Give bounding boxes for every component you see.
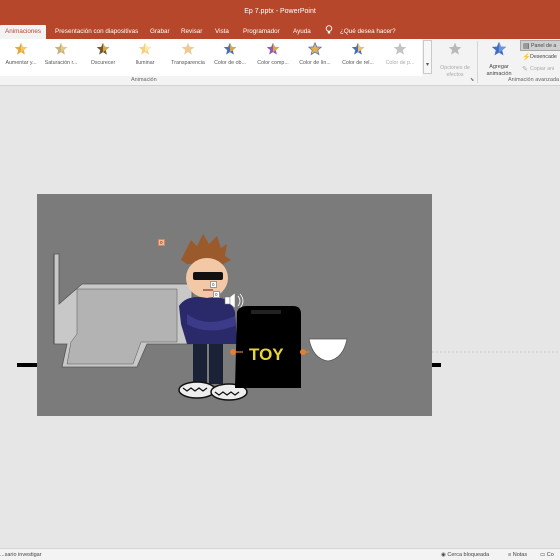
slide-canvas[interactable]: TOY 0 0 0: [37, 194, 432, 416]
group-label-animacion: Animación: [131, 77, 157, 83]
animation-tag[interactable]: 0: [213, 291, 220, 298]
effect-transparencia[interactable]: Transparencia: [167, 42, 209, 74]
effect-saturacion[interactable]: Saturación r...: [40, 42, 82, 74]
animation-painter-label: Copiar ani: [530, 66, 555, 72]
accessibility-label: Cerca bloqueada: [447, 552, 490, 558]
effect-label: Color de ob...: [214, 60, 246, 66]
effect-label: Transparencia: [171, 60, 205, 66]
tab-programador[interactable]: Programador: [243, 25, 280, 39]
animation-gallery: Aumentar y... Saturación r... Oscurecer …: [0, 39, 422, 76]
effect-color-linea[interactable]: Color de lín...: [294, 42, 336, 74]
window-title: Ep 7.pptx - PowerPoint: [244, 8, 316, 15]
animation-pane-label: Panel de a: [531, 43, 557, 49]
accessibility-status[interactable]: ◉ Cerca bloqueada: [441, 552, 489, 558]
group-label-avanzada: Animación avanzada: [508, 77, 560, 83]
trigger-button[interactable]: ⚡ Desencade: [520, 52, 560, 63]
dialog-launcher-icon[interactable]: ⬊: [470, 77, 476, 83]
pane-icon: ▤: [523, 43, 530, 50]
brush-icon: ✎: [522, 66, 528, 73]
effect-label: Color de lín...: [299, 60, 331, 66]
animation-tag[interactable]: 0: [158, 239, 165, 246]
bowl-shape[interactable]: [308, 338, 348, 362]
effect-label: Saturación r...: [44, 60, 78, 66]
add-animation-label: Agregar animación: [486, 64, 512, 77]
gallery-more-button[interactable]: ▾: [423, 40, 432, 74]
effect-aumentar[interactable]: Aumentar y...: [0, 42, 42, 74]
add-animation-star-icon: [491, 41, 507, 56]
effect-color-fuente[interactable]: Color de p...: [379, 42, 421, 74]
title-bar: Ep 7.pptx - PowerPoint: [0, 0, 560, 22]
tell-me-search[interactable]: ¿Qué desea hacer?: [340, 25, 396, 39]
add-animation-button[interactable]: Agregar animación: [480, 41, 518, 78]
star-saturate-icon: [54, 42, 68, 55]
star-lighten-icon: [138, 42, 152, 55]
tab-grabar[interactable]: Grabar: [150, 25, 170, 39]
comments-icon: ▭: [540, 552, 546, 558]
trigger-label: Desencade: [530, 54, 557, 60]
comments-button[interactable]: ▭ Co: [540, 552, 554, 558]
effect-options-button[interactable]: Opciones de efectos: [435, 42, 475, 79]
accessibility-icon: ◉: [441, 552, 446, 558]
effect-label: Iluminar: [135, 60, 155, 66]
notes-label: Notas: [512, 552, 528, 558]
animation-painter-button[interactable]: ✎ Copiar ani: [520, 64, 560, 75]
star-options-icon: [448, 42, 462, 55]
effect-oscurecer[interactable]: Oscurecer: [82, 42, 124, 74]
slide-editing-area: TOY 0 0 0: [0, 87, 560, 527]
star-object-color-icon: [223, 42, 237, 55]
couch-shape[interactable]: [53, 253, 193, 368]
effect-iluminar[interactable]: Iluminar: [124, 42, 166, 74]
status-bar: ...sario investigar ◉ Cerca bloqueada ≡ …: [0, 548, 560, 560]
effect-label: Color de rel...: [342, 60, 374, 66]
effect-label: Oscurecer: [90, 60, 116, 66]
comments-label: Co: [546, 552, 554, 558]
effect-label: Color comp...: [257, 60, 289, 66]
notes-icon: ≡: [508, 552, 512, 558]
effect-color-relleno[interactable]: Color de rel...: [337, 42, 379, 74]
effect-color-complementario[interactable]: Color comp...: [252, 42, 294, 74]
tab-ayuda[interactable]: Ayuda: [293, 25, 311, 39]
tab-presentacion[interactable]: Presentación con diapositivas: [55, 25, 138, 39]
tab-revisar[interactable]: Revisar: [181, 25, 202, 39]
star-complementary-color-icon: [266, 42, 280, 55]
star-line-color-icon: [308, 42, 322, 56]
star-grow-icon: [14, 42, 28, 55]
star-fill-color-icon: [351, 42, 365, 55]
lightning-icon: ⚡: [522, 54, 531, 61]
star-transparency-icon: [181, 42, 195, 55]
animation-pane-button[interactable]: ▤ Panel de a: [520, 40, 560, 51]
star-darken-icon: [96, 42, 110, 55]
tab-animaciones[interactable]: Animaciones: [0, 25, 47, 39]
tab-vista[interactable]: Vista: [215, 25, 229, 39]
tv-box[interactable]: TOY: [230, 306, 309, 388]
effect-label: Color de p...: [385, 60, 415, 66]
effect-color-objeto[interactable]: Color de ob...: [209, 42, 251, 74]
status-text: ...sario investigar: [0, 552, 42, 558]
effect-label: Aumentar y...: [5, 60, 37, 66]
slide-artwork: TOY: [53, 234, 348, 401]
star-font-color-icon: [393, 42, 407, 55]
ribbon: Aumentar y... Saturación r... Oscurecer …: [0, 39, 560, 86]
lightbulb-icon: [325, 25, 333, 34]
notes-button[interactable]: ≡ Notas: [508, 552, 527, 558]
ribbon-tabs: Animaciones Presentación con diapositiva…: [0, 22, 560, 39]
effect-options-label: Opciones de efectos: [440, 65, 470, 78]
ribbon-separator: [477, 41, 478, 83]
animation-tag[interactable]: 0: [210, 281, 217, 288]
toy-text: TOY: [249, 345, 284, 364]
